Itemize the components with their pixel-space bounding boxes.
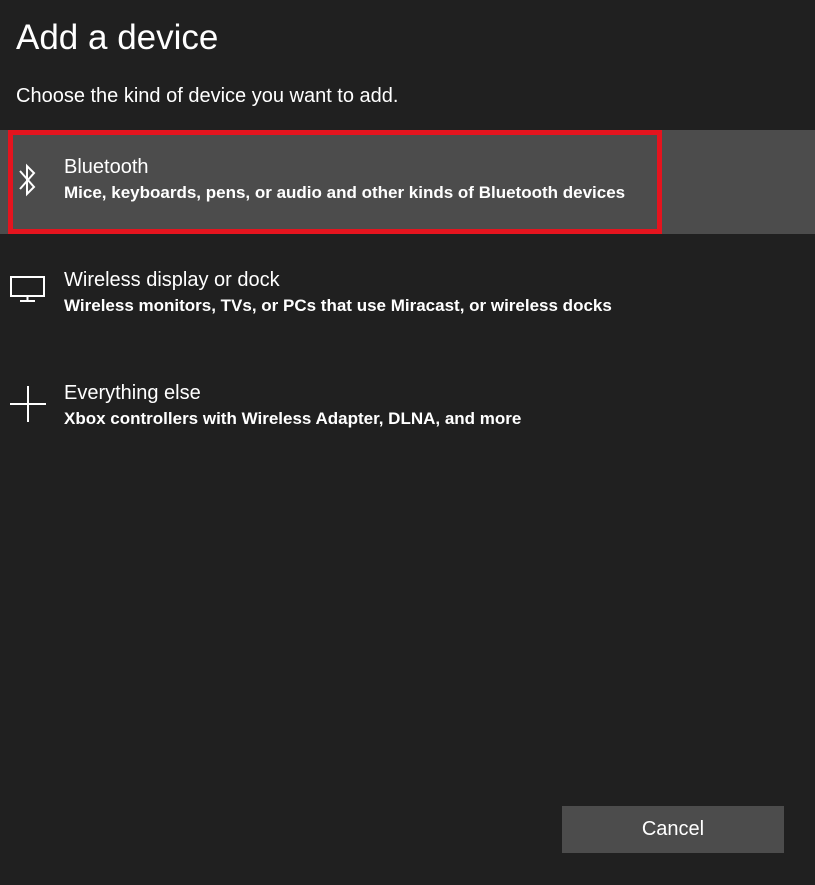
option-description: Mice, keyboards, pens, or audio and othe… <box>64 183 626 202</box>
bluetooth-icon <box>8 160 48 200</box>
option-wireless-display[interactable]: Wireless display or dock Wireless monito… <box>0 243 815 347</box>
option-everything-else[interactable]: Everything else Xbox controllers with Wi… <box>0 356 815 460</box>
page-subtitle: Choose the kind of device you want to ad… <box>16 85 399 107</box>
option-title: Everything else <box>64 382 201 404</box>
option-title: Wireless display or dock <box>64 269 280 291</box>
option-description: Xbox controllers with Wireless Adapter, … <box>64 409 522 428</box>
cancel-button[interactable]: Cancel <box>562 806 784 853</box>
option-title: Bluetooth <box>64 156 149 178</box>
monitor-icon <box>8 269 48 309</box>
option-bluetooth[interactable]: Bluetooth Mice, keyboards, pens, or audi… <box>0 130 815 234</box>
add-device-dialog: Add a device Choose the kind of device y… <box>0 0 815 885</box>
page-title: Add a device <box>16 18 219 57</box>
plus-icon <box>8 384 48 424</box>
option-description: Wireless monitors, TVs, or PCs that use … <box>64 296 612 315</box>
